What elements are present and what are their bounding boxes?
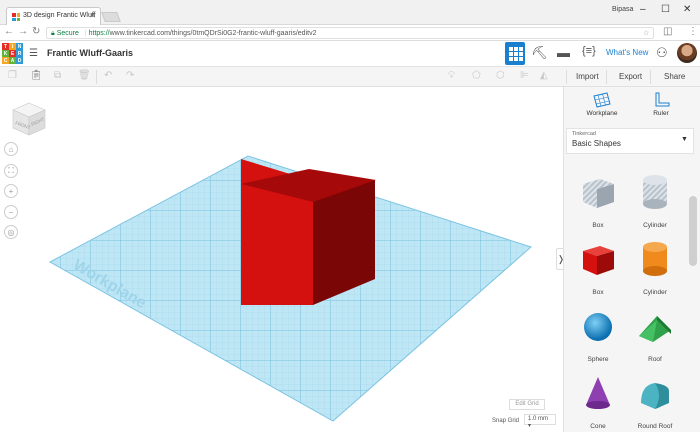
- shape-label: Box: [592, 289, 604, 296]
- red-box-shape[interactable]: [241, 159, 376, 305]
- design-list-icon[interactable]: ☰: [29, 48, 38, 59]
- minimize-icon[interactable]: –: [640, 4, 646, 15]
- workplane-tool[interactable]: Workplane: [582, 92, 622, 117]
- caret-down-icon: ▼: [681, 136, 688, 143]
- browser-tab[interactable]: 3D design Frantic Wluff ✕: [6, 7, 101, 26]
- lego-brick-icon[interactable]: ▬: [557, 45, 570, 60]
- sphere-icon: [584, 313, 612, 341]
- 3d-viewport[interactable]: Workplane: [0, 87, 562, 432]
- shape-roof[interactable]: Roof: [625, 306, 685, 376]
- url-path: www.tinkercad.com/things/0tmQDrSi0G2-fra…: [109, 30, 317, 37]
- maximize-icon[interactable]: ☐: [661, 4, 670, 15]
- perspective-icon[interactable]: ◎: [4, 225, 18, 239]
- codeblocks-icon[interactable]: {≡}: [582, 45, 596, 57]
- new-tab-button[interactable]: [101, 12, 121, 22]
- cone-icon: [586, 377, 610, 409]
- toolbar-divider: [96, 70, 97, 84]
- round-roof-icon: [641, 383, 669, 409]
- shape-round-roof[interactable]: Round Roof: [625, 373, 685, 443]
- extension-icon[interactable]: ◫: [663, 26, 672, 37]
- back-icon[interactable]: ←: [4, 26, 14, 37]
- edit-grid-button[interactable]: Edit Grid: [509, 399, 545, 410]
- delete-icon[interactable]: 🗑︎: [78, 70, 91, 81]
- panel-scrollbar[interactable]: [689, 196, 697, 266]
- close-window-icon[interactable]: ✕: [683, 4, 691, 15]
- home-view-icon[interactable]: ⌂: [4, 142, 18, 156]
- shape-label: Cylinder: [643, 289, 667, 296]
- library-name: Basic Shapes: [572, 139, 621, 148]
- import-button[interactable]: Import: [570, 69, 605, 84]
- view-cube[interactable]: FRONT RIGHT: [12, 102, 46, 136]
- workplane-icon: [593, 92, 611, 108]
- ruler-icon: [655, 92, 670, 107]
- duplicate-icon[interactable]: ⧉: [54, 70, 61, 81]
- group-icon[interactable]: ⬠: [472, 70, 481, 81]
- toolbar-divider: [650, 70, 651, 84]
- cylinder-icon: [643, 242, 667, 276]
- reload-icon[interactable]: ↻: [32, 26, 40, 37]
- fit-view-icon[interactable]: ⛶: [4, 164, 18, 178]
- secure-label: Secure: [56, 30, 79, 37]
- shape-box-hole[interactable]: Box: [568, 172, 628, 242]
- close-tab-icon[interactable]: ✕: [89, 11, 96, 20]
- pickaxe-icon[interactable]: ⛏: [531, 45, 548, 61]
- share-button[interactable]: Share: [658, 69, 691, 84]
- shape-cylinder-hole[interactable]: Cylinder: [625, 172, 685, 242]
- shape-label: Roof: [648, 356, 662, 363]
- shape-label: Sphere: [587, 356, 609, 363]
- tinkercad-favicon: [12, 13, 20, 21]
- shape-cylinder[interactable]: Cylinder: [625, 239, 685, 309]
- url-field[interactable]: 🔒︎ Secure | https://www.tinkercad.com/th…: [46, 27, 654, 39]
- forward-icon[interactable]: →: [18, 26, 28, 37]
- shape-label: Box: [592, 222, 604, 229]
- light-icon[interactable]: 💡︎: [448, 70, 455, 81]
- whats-new-link[interactable]: What's New: [606, 48, 648, 57]
- browser-user-name[interactable]: Bipasa: [612, 6, 633, 13]
- align-icon[interactable]: ⊫: [520, 70, 529, 81]
- toolbar-divider: [606, 70, 607, 84]
- design-title[interactable]: Frantic Wluff-Gaaris: [47, 48, 133, 58]
- zoom-out-icon[interactable]: −: [4, 205, 18, 219]
- address-bar-row: ← → ↻ 🔒︎ Secure | https://www.tinkercad.…: [0, 25, 700, 41]
- add-user-icon[interactable]: ⚇: [656, 45, 668, 61]
- shape-box[interactable]: Box: [568, 239, 628, 309]
- 3d-view-button[interactable]: [505, 42, 525, 65]
- star-icon[interactable]: ☆: [643, 28, 649, 39]
- workplane-scene[interactable]: Workplane: [0, 87, 562, 432]
- shape-label: Round Roof: [637, 423, 673, 430]
- toolbar-divider: [566, 70, 567, 84]
- ruler-tool[interactable]: Ruler: [641, 92, 681, 117]
- copy-icon[interactable]: ❐: [8, 70, 17, 81]
- box-icon: [583, 246, 614, 275]
- snap-grid-select[interactable]: 1.0 mm ▾: [524, 414, 556, 429]
- undo-icon[interactable]: ↶: [104, 70, 112, 81]
- shape-label: Cone: [590, 423, 606, 430]
- shape-cone[interactable]: Cone: [568, 373, 628, 443]
- cylinder-hole-icon: [643, 175, 667, 209]
- shape-sphere[interactable]: Sphere: [568, 306, 628, 376]
- avatar[interactable]: [677, 43, 697, 63]
- url-protocol: https://: [88, 30, 110, 37]
- lock-icon: 🔒︎: [51, 30, 55, 37]
- redo-icon[interactable]: ↷: [126, 70, 134, 81]
- menu-icon[interactable]: ⋮: [688, 26, 698, 37]
- mirror-icon[interactable]: ◭: [540, 70, 548, 81]
- tinkercad-logo[interactable]: TIN KER CAD: [2, 43, 23, 65]
- snap-grid-label: Snap Grid: [492, 418, 520, 424]
- ruler-tool-label: Ruler: [653, 110, 669, 117]
- workplane-tool-label: Workplane: [586, 110, 618, 117]
- library-provider: Tinkercad: [572, 131, 596, 137]
- box-hole-icon: [583, 179, 614, 208]
- zoom-in-icon[interactable]: +: [4, 184, 18, 198]
- shape-label: Cylinder: [643, 222, 667, 229]
- tab-title: 3D design Frantic Wluff: [23, 12, 96, 19]
- roof-icon: [639, 316, 671, 342]
- ungroup-icon[interactable]: ⬡: [496, 70, 505, 81]
- export-button[interactable]: Export: [613, 69, 648, 84]
- paste-icon[interactable]: 📋︎: [30, 70, 43, 81]
